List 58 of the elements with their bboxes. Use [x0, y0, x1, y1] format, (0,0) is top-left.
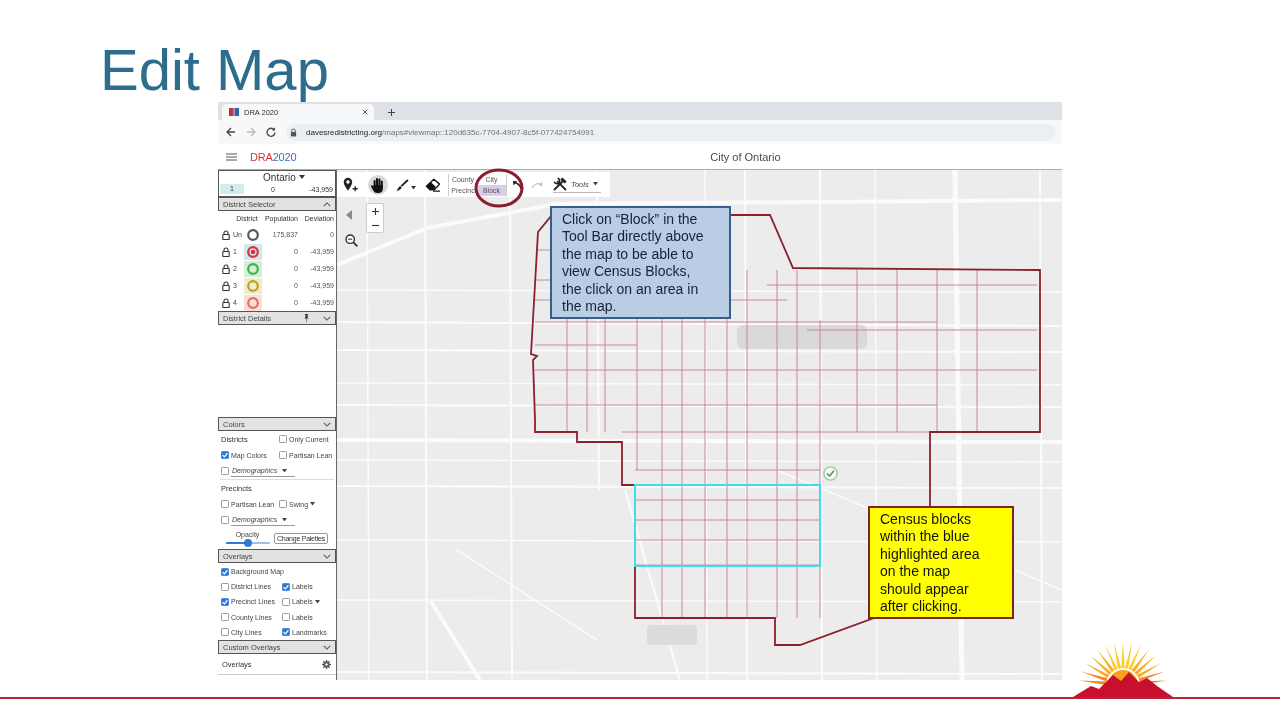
back-arrow-icon[interactable]	[226, 127, 236, 137]
slide-title: Edit Map	[100, 38, 329, 102]
map-title: City of Ontario	[710, 150, 781, 163]
checkbox[interactable]	[282, 613, 290, 622]
search-icon[interactable]	[345, 234, 358, 247]
menu-icon[interactable]	[226, 152, 237, 161]
padlock-icon[interactable]	[222, 280, 230, 291]
checkbox[interactable]	[279, 500, 287, 508]
undo-arrow-icon[interactable]	[512, 179, 522, 190]
opacity-slider[interactable]	[225, 538, 270, 547]
padlock-icon[interactable]	[222, 246, 230, 257]
checkbox[interactable]	[221, 500, 229, 508]
district-ring-icon[interactable]	[247, 228, 259, 241]
checkbox[interactable]	[221, 451, 229, 459]
checkbox[interactable]	[221, 597, 229, 606]
caret-icon[interactable]	[411, 185, 416, 190]
plus-icon[interactable]	[388, 109, 395, 116]
callout-note: Census blocks within the blue highlighted area on the map should appear after clicking.	[868, 506, 1014, 620]
caret-icon	[592, 182, 598, 186]
checkbox[interactable]	[221, 613, 229, 622]
padlock-icon[interactable]	[222, 229, 230, 240]
checkbox[interactable]	[221, 628, 229, 637]
checkbox[interactable]	[221, 567, 229, 576]
slider-handle[interactable]	[243, 538, 252, 547]
highlight-ellipse	[474, 168, 524, 208]
pushpin-icon[interactable]	[304, 314, 309, 322]
paintbrush-icon[interactable]	[395, 177, 409, 192]
plan-dropdown[interactable]: Ontario	[219, 171, 335, 183]
checkbox[interactable]	[221, 582, 229, 591]
checkbox[interactable]	[282, 582, 290, 591]
checkbox[interactable]	[221, 467, 229, 475]
hammer-wrench-icon	[553, 177, 567, 191]
close-icon[interactable]	[362, 109, 368, 115]
app-logo[interactable]: DRA2020	[250, 150, 297, 163]
callout-note: Click on “Block” in the Tool Bar directly above the map to be able to view Census Blocks, the click on an area in the map.	[550, 206, 731, 320]
check-marker-icon[interactable]	[823, 466, 838, 481]
checkbox[interactable]	[221, 516, 229, 524]
padlock-icon[interactable]	[222, 297, 230, 308]
padlock-icon[interactable]	[222, 263, 230, 274]
caret-icon[interactable]	[314, 600, 320, 604]
settings-icon[interactable]	[322, 659, 331, 669]
lock-icon	[290, 127, 297, 137]
zoom-in-icon[interactable]	[371, 207, 379, 215]
book-icon	[229, 108, 239, 116]
collapse-arrow-icon[interactable]	[346, 210, 352, 220]
caret-icon[interactable]	[310, 502, 316, 506]
checkbox[interactable]	[279, 435, 287, 443]
checkbox[interactable]	[282, 597, 290, 606]
caret-icon	[282, 517, 288, 522]
checkbox[interactable]	[279, 451, 287, 459]
checkbox[interactable]	[282, 628, 290, 637]
caret-icon	[282, 468, 288, 473]
caret-icon	[298, 175, 305, 179]
url-field[interactable]: davesredistricting.org/maps#viewmap::120d635c-7704-4907-8c5f-077424754991	[286, 123, 1056, 141]
map-pin-plus-icon[interactable]	[342, 176, 359, 193]
reload-icon[interactable]	[266, 127, 276, 137]
hand-icon[interactable]	[368, 174, 388, 195]
eraser-icon[interactable]	[425, 177, 441, 192]
